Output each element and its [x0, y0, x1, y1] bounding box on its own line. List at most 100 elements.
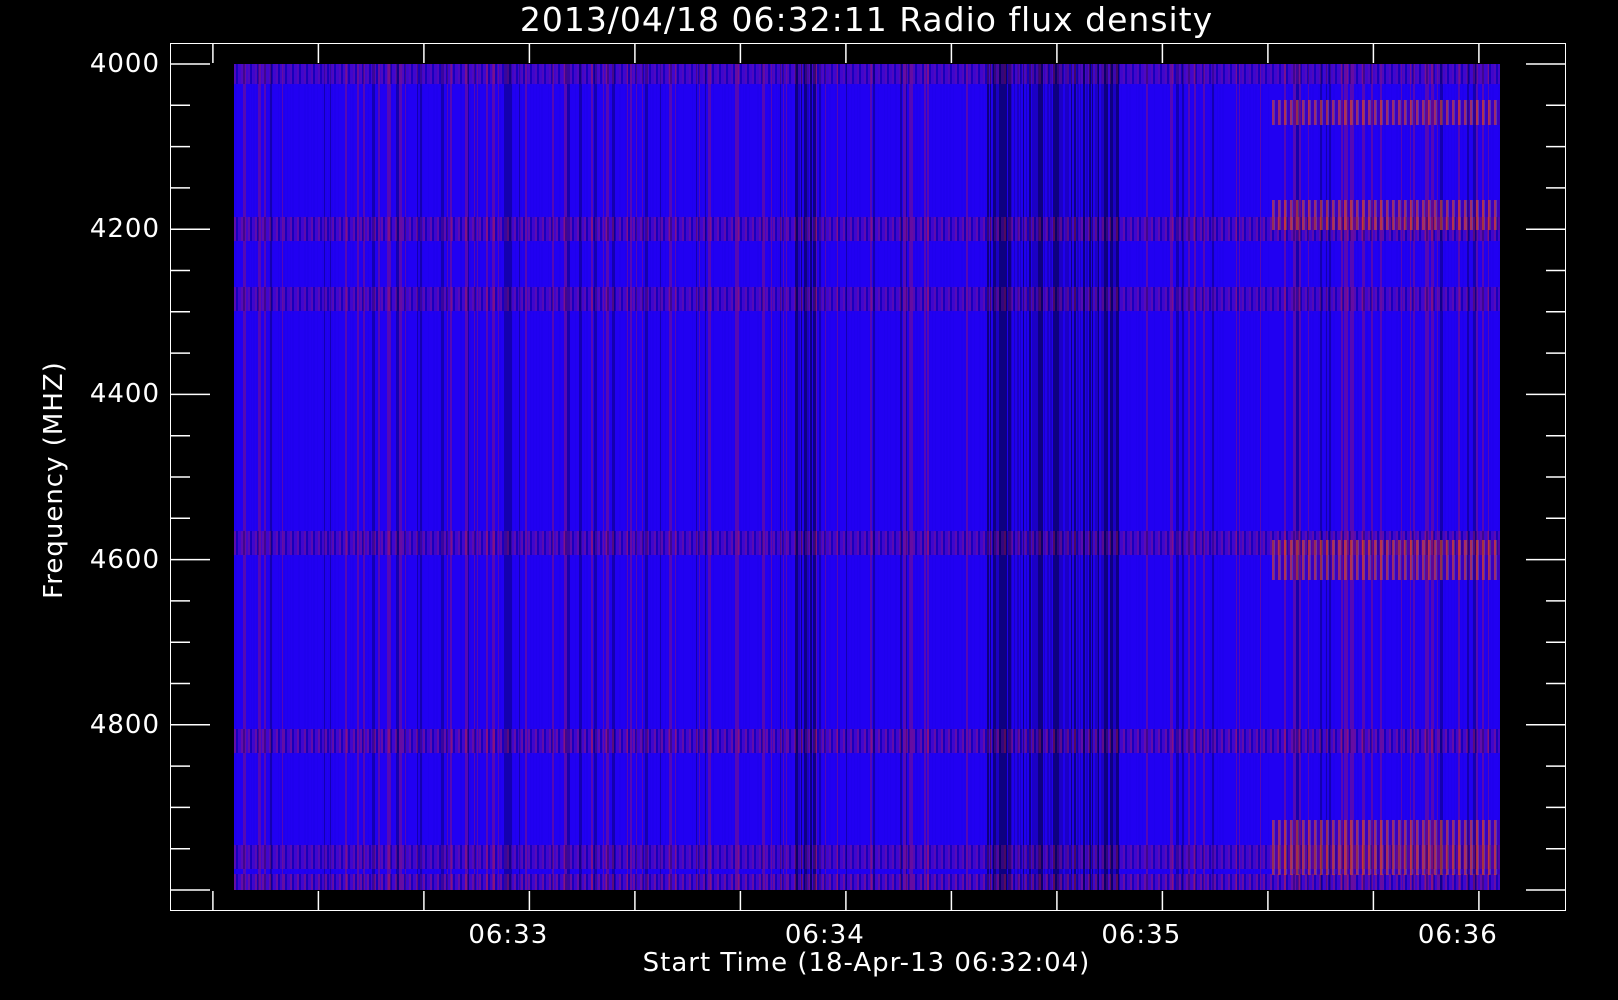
spectrogram-column	[1191, 64, 1193, 890]
burst-patch	[1271, 820, 1500, 875]
spectrogram-column	[234, 64, 235, 890]
spectrogram-column	[1014, 64, 1015, 890]
spectrogram-column	[1485, 64, 1486, 890]
spectrogram-column	[642, 64, 643, 890]
burst-patch	[1271, 100, 1500, 125]
spectrogram-column	[666, 64, 668, 890]
spectrogram-column	[447, 64, 448, 890]
spectrogram-column	[324, 64, 325, 890]
spectrogram-column	[531, 64, 533, 890]
spectrogram-column	[723, 64, 724, 890]
spectrogram-column	[1140, 64, 1142, 890]
spectrogram-column	[675, 64, 676, 890]
spectrogram-column	[1233, 64, 1235, 890]
spectrogram-column	[1266, 64, 1268, 890]
spectrogram-column	[291, 64, 292, 890]
spectrogram-column	[1476, 64, 1478, 890]
spectrogram-column	[1005, 64, 1007, 890]
spectrogram-column	[648, 64, 650, 890]
spectrogram-column	[1356, 64, 1357, 890]
spectrogram-column	[906, 64, 907, 890]
spectrogram-column	[366, 64, 368, 890]
spectrogram-column	[297, 64, 298, 890]
spectrogram-column	[1446, 64, 1448, 890]
spectrogram-column	[981, 64, 982, 890]
spectrogram-column	[546, 64, 548, 890]
spectrogram-column	[918, 64, 919, 890]
spectrogram-column	[711, 64, 713, 890]
spectrogram-column	[1044, 64, 1045, 890]
spectrogram-column	[852, 64, 854, 890]
spectrogram-column	[720, 64, 722, 890]
spectrogram-column	[333, 64, 334, 890]
spectrogram-column	[1380, 64, 1382, 890]
y-tick-label: 4400	[89, 379, 160, 410]
spectrogram-column	[459, 64, 460, 890]
spectrogram-column	[702, 64, 704, 890]
spectrogram-column	[1062, 64, 1063, 890]
spectrogram-column	[309, 64, 311, 890]
spectrogram-column	[633, 64, 635, 890]
spectrogram-column	[1011, 64, 1012, 890]
spectrogram-column	[1449, 64, 1451, 890]
spectrogram-column	[768, 64, 769, 890]
y-tick-label: 4000	[89, 49, 160, 79]
x-axis-label: Start Time (18-Apr-13 06:32:04)	[642, 948, 1091, 978]
spectrogram-column	[816, 64, 817, 890]
spectrogram-column	[1260, 64, 1261, 890]
spectrogram-column	[810, 64, 812, 890]
spectrogram-column	[1461, 64, 1462, 890]
spectrogram-column	[282, 64, 283, 890]
spectrogram-column	[927, 64, 929, 890]
spectrogram-column	[402, 64, 404, 890]
spectrogram-column	[591, 64, 593, 890]
spectrogram-column	[279, 64, 280, 890]
spectrogram-column	[741, 64, 743, 890]
spectrogram-column	[1146, 64, 1148, 890]
spectrogram-column	[1203, 64, 1205, 890]
spectrogram-column	[1437, 64, 1438, 890]
emission-band	[234, 287, 1500, 312]
spectrogram-column	[894, 64, 895, 890]
spectrogram-column	[519, 64, 520, 890]
spectrogram-column	[1092, 64, 1093, 890]
spectrogram-column	[270, 64, 272, 890]
spectrogram-column	[726, 64, 728, 890]
spectrogram-column	[1410, 64, 1411, 890]
spectrogram-column	[1422, 64, 1423, 890]
spectrogram-column	[1107, 64, 1108, 890]
spectrogram-column	[1389, 64, 1391, 890]
spectrogram-column	[1467, 64, 1469, 890]
y-tick-label: 4600	[89, 544, 160, 575]
spectrogram-column	[1302, 64, 1303, 890]
chart-title: 2013/04/18 06:32:11 Radio flux density	[519, 0, 1214, 39]
spectrogram-column	[489, 64, 490, 890]
spectrogram-column	[1332, 64, 1333, 890]
spectrogram-column	[276, 64, 278, 890]
spectrogram-column	[1284, 64, 1286, 890]
spectrogram-column	[378, 64, 380, 890]
spectrogram-column	[1098, 64, 1099, 890]
spectrogram-column	[780, 64, 781, 890]
spectrogram-column	[618, 64, 619, 890]
spectrogram-column	[417, 64, 418, 890]
spectrogram-column	[1047, 64, 1049, 890]
spectrogram-column	[450, 64, 452, 890]
spectrogram-column	[1482, 64, 1484, 890]
spectrogram-column	[552, 64, 554, 890]
spectrogram-column	[1089, 64, 1091, 890]
x-tick-label: 06:36	[1417, 920, 1498, 950]
spectrogram-column	[948, 64, 949, 890]
spectrogram-column	[561, 64, 563, 890]
spectrogram-column	[699, 64, 700, 890]
spectrogram-column	[972, 64, 974, 890]
spectrogram-column	[942, 64, 943, 890]
spectrogram-column	[738, 64, 739, 890]
y-tick-label: 4200	[89, 214, 160, 245]
spectrogram-column	[759, 64, 760, 890]
spectrogram-column	[660, 64, 661, 890]
spectrogram-column	[651, 64, 652, 890]
spectrogram-column	[912, 64, 913, 890]
spectrogram-column	[1434, 64, 1435, 890]
spectrogram-column	[1404, 64, 1405, 890]
